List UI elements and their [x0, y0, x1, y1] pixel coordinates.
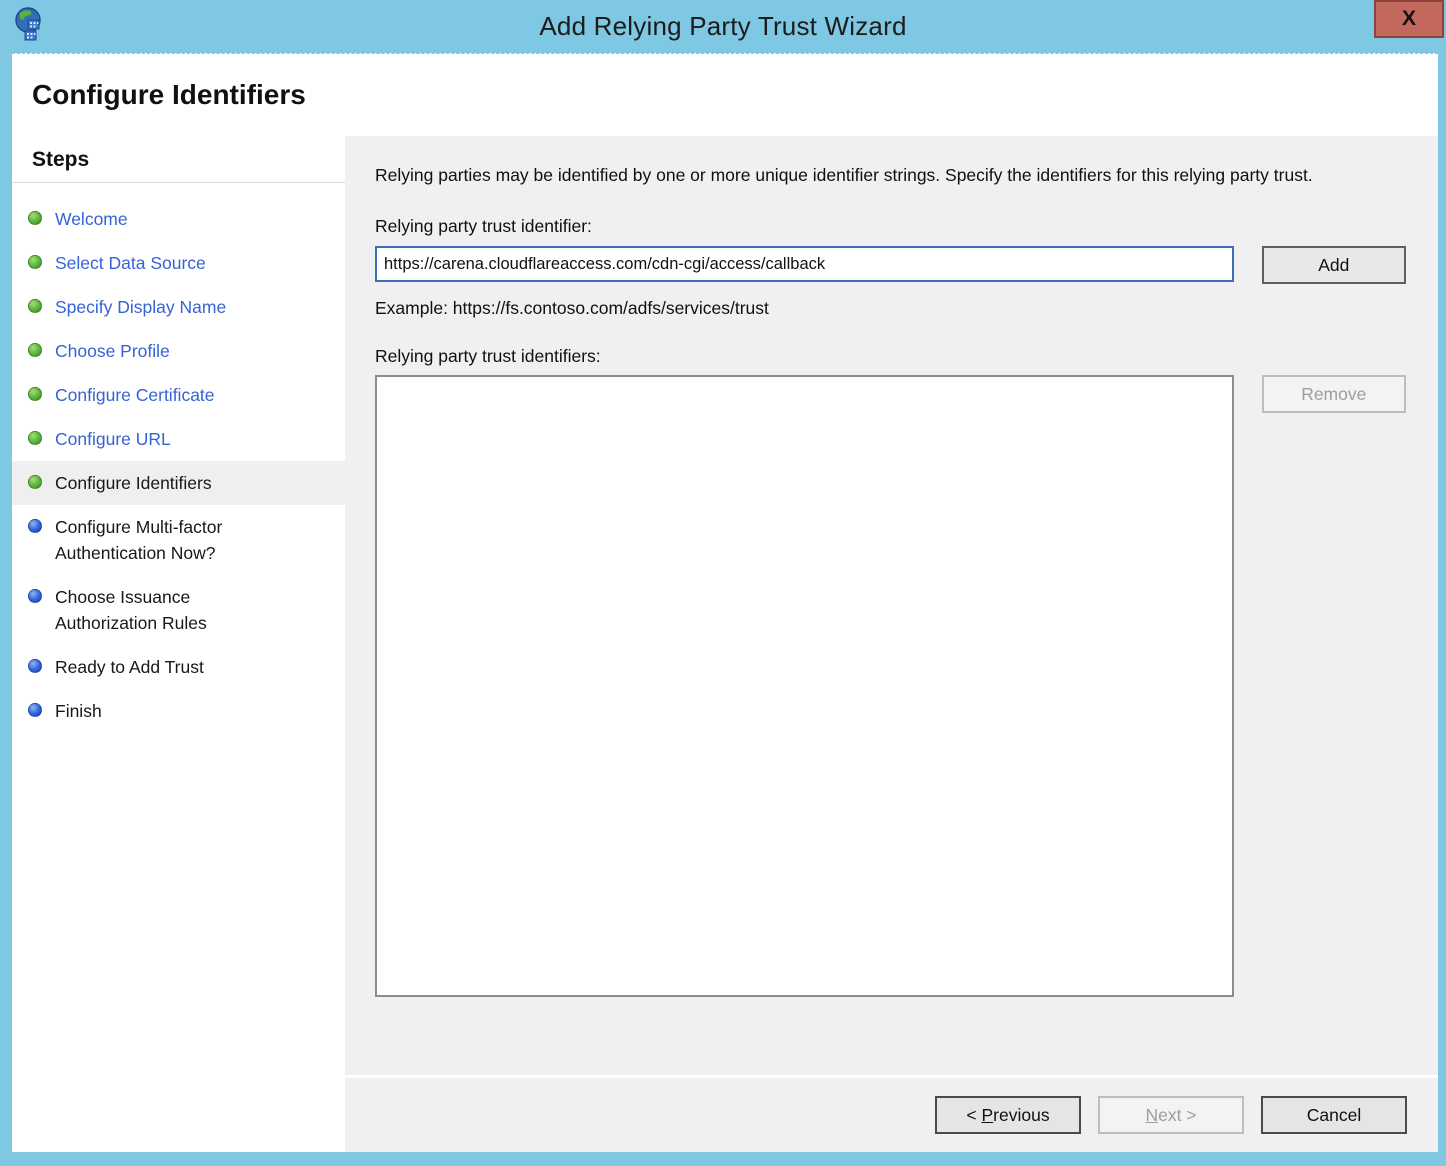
title-bar: Add Relying Party Trust Wizard X — [0, 0, 1446, 53]
step-status-bullet-icon — [28, 519, 42, 533]
footer-button-bar: < Previous Next > Cancel — [345, 1078, 1438, 1152]
sidebar-step-choose-issuance-authorization-rules[interactable]: Choose Issuance Authorization Rules — [12, 575, 345, 645]
step-label: Configure Certificate — [55, 382, 215, 408]
close-icon: X — [1402, 7, 1416, 31]
steps-heading: Steps — [12, 136, 345, 183]
step-status-bullet-icon — [28, 255, 42, 269]
sidebar-step-finish[interactable]: Finish — [12, 689, 345, 733]
window-title: Add Relying Party Trust Wizard — [539, 11, 906, 42]
sidebar-step-ready-to-add-trust[interactable]: Ready to Add Trust — [12, 645, 345, 689]
identifier-input[interactable] — [375, 246, 1234, 282]
step-label: Ready to Add Trust — [55, 654, 204, 680]
step-label: Select Data Source — [55, 250, 206, 276]
sidebar-step-specify-display-name[interactable]: Specify Display Name — [12, 285, 345, 329]
step-label: Configure Multi-factor Authentication No… — [55, 514, 292, 566]
identifiers-listbox[interactable] — [375, 375, 1234, 997]
step-status-bullet-icon — [28, 589, 42, 603]
sidebar-step-welcome[interactable]: Welcome — [12, 197, 345, 241]
page-description: Relying parties may be identified by one… — [375, 162, 1400, 189]
sidebar-step-configure-identifiers[interactable]: Configure Identifiers — [12, 461, 345, 505]
sidebar-step-configure-certificate[interactable]: Configure Certificate — [12, 373, 345, 417]
sidebar-step-configure-multi-factor-authentication-now[interactable]: Configure Multi-factor Authentication No… — [12, 505, 345, 575]
adfs-globe-buildings-icon — [12, 6, 50, 44]
step-status-bullet-icon — [28, 299, 42, 313]
sidebar-step-configure-url[interactable]: Configure URL — [12, 417, 345, 461]
sidebar-step-choose-profile[interactable]: Choose Profile — [12, 329, 345, 373]
step-status-bullet-icon — [28, 431, 42, 445]
remove-button[interactable]: Remove — [1262, 375, 1406, 413]
step-label: Finish — [55, 698, 102, 724]
add-button[interactable]: Add — [1262, 246, 1406, 284]
step-label: Configure Identifiers — [55, 470, 212, 496]
wizard-body: Configure Identifiers Steps Welcome Sele… — [12, 53, 1438, 1152]
step-status-bullet-icon — [28, 703, 42, 717]
next-button[interactable]: Next > — [1098, 1096, 1244, 1134]
step-status-bullet-icon — [28, 387, 42, 401]
identifiers-list-label: Relying party trust identifiers: — [375, 346, 1406, 367]
sidebar-step-select-data-source[interactable]: Select Data Source — [12, 241, 345, 285]
step-label: Welcome — [55, 206, 128, 232]
step-label: Configure URL — [55, 426, 171, 452]
steps-list: Welcome Select Data Source Specify Displ… — [12, 183, 345, 733]
page-header: Configure Identifiers — [12, 54, 1438, 136]
step-status-bullet-icon — [28, 343, 42, 357]
page-title: Configure Identifiers — [32, 79, 306, 111]
step-label: Choose Profile — [55, 338, 170, 364]
close-button[interactable]: X — [1374, 0, 1444, 38]
step-status-bullet-icon — [28, 211, 42, 225]
identifier-input-label: Relying party trust identifier: — [375, 216, 1406, 237]
step-status-bullet-icon — [28, 659, 42, 673]
identifier-example: Example: https://fs.contoso.com/adfs/ser… — [375, 298, 1406, 319]
step-label: Choose Issuance Authorization Rules — [55, 584, 292, 636]
previous-button[interactable]: < Previous — [935, 1096, 1081, 1134]
steps-sidebar: Steps Welcome Select Data Source Specify… — [12, 136, 345, 1152]
cancel-button[interactable]: Cancel — [1261, 1096, 1407, 1134]
main-panel: Relying parties may be identified by one… — [345, 136, 1438, 1075]
step-label: Specify Display Name — [55, 294, 226, 320]
step-status-bullet-icon — [28, 475, 42, 489]
